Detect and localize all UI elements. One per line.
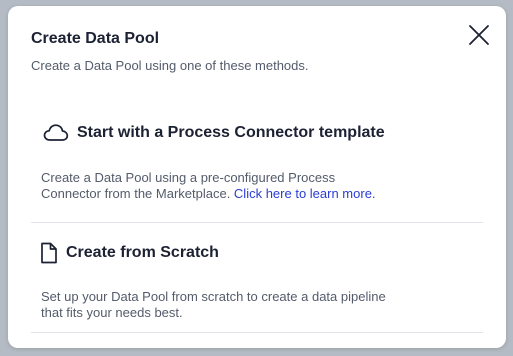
option-process-connector-template[interactable]: Start with a Process Connector template … <box>31 112 483 223</box>
option-create-from-scratch[interactable]: Create from Scratch Set up your Data Poo… <box>31 232 483 333</box>
option-header: Create from Scratch <box>31 242 219 264</box>
document-icon <box>41 242 57 264</box>
option-description: Create a Data Pool using a pre-configure… <box>41 170 381 202</box>
option-title: Start with a Process Connector template <box>77 124 385 141</box>
dialog-title: Create Data Pool <box>31 30 160 47</box>
option-title: Create from Scratch <box>66 244 219 261</box>
learn-more-link[interactable]: Click here to learn more. <box>234 186 376 201</box>
option-header: Start with a Process Connector template <box>31 122 385 144</box>
create-data-pool-dialog: Create Data Pool Create a Data Pool usin… <box>8 6 506 348</box>
dialog-subtitle: Create a Data Pool using one of these me… <box>31 58 309 73</box>
cloud-icon <box>43 124 69 141</box>
close-icon <box>469 25 489 45</box>
close-button[interactable] <box>467 23 491 47</box>
option-description: Set up your Data Pool from scratch to cr… <box>41 289 386 320</box>
